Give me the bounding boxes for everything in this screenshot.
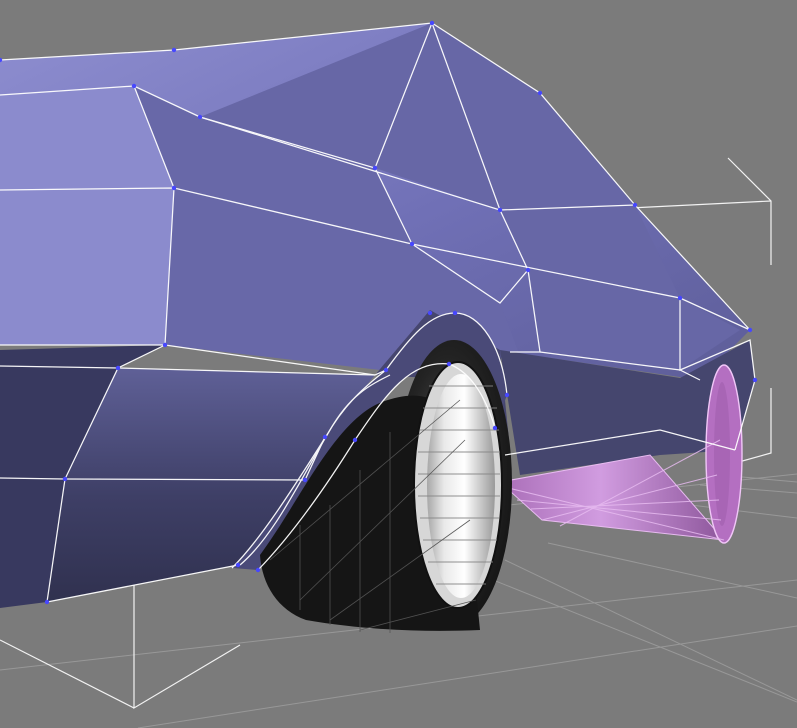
3d-scene[interactable] [0,0,797,728]
3d-viewport[interactable] [0,0,797,728]
side-window-panel[interactable] [0,86,174,345]
